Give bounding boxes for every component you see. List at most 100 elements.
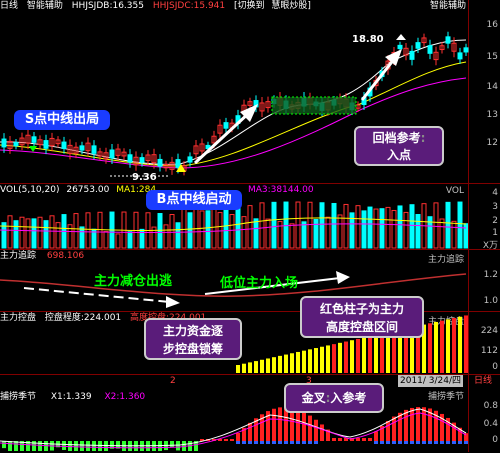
control-bar <box>368 336 372 373</box>
season-base-mark <box>452 441 456 444</box>
season-bar <box>356 438 360 441</box>
control-bar <box>440 320 444 373</box>
pullback-callout: 回档参考: 入点 <box>354 126 444 166</box>
season-bar <box>374 431 378 441</box>
track-pane[interactable]: 主力追踪 698.106 主力追踪 1.2 1.0 主力减仓出逃 低位主力入场 <box>0 249 500 311</box>
candle <box>7 135 13 154</box>
volume-bar <box>337 214 343 249</box>
season-base-mark <box>386 441 390 444</box>
candle <box>427 39 433 60</box>
volume-bar <box>259 202 265 249</box>
control-bar <box>446 319 450 373</box>
season-bar <box>2 441 6 449</box>
volume-bar <box>403 211 409 249</box>
b-point-callout: B点中线启动 <box>146 190 242 210</box>
season-base-mark <box>236 441 240 444</box>
volume-bar <box>49 215 55 249</box>
volume-bar <box>115 233 121 249</box>
volume-bar <box>415 214 421 249</box>
volume-bar <box>79 226 85 249</box>
season-base-mark <box>398 441 402 444</box>
season-tick-0: 0 <box>492 435 498 445</box>
volume-bar <box>187 212 193 249</box>
golden-cross-text: 金叉 <box>301 391 326 405</box>
volume-bar <box>331 202 337 249</box>
control-bar <box>344 341 348 373</box>
control-bar <box>302 350 306 373</box>
volume-bar <box>367 206 373 249</box>
season-bar <box>92 441 96 451</box>
volume-bar <box>25 218 31 249</box>
candle <box>121 148 127 160</box>
price-pane[interactable]: 日线 智能辅助 HHJSJDB:16.355 HHJSJDC:15.941 [切… <box>0 0 500 183</box>
candle <box>19 132 25 151</box>
volume-bar <box>397 205 403 249</box>
season-base-mark <box>392 441 396 444</box>
candle <box>157 154 163 172</box>
control-bar <box>242 363 246 373</box>
control-bar <box>260 359 264 373</box>
volume-bar <box>223 207 229 249</box>
volume-bar <box>247 205 253 249</box>
pullback-text: 回档参考 <box>372 131 421 145</box>
season-base-mark <box>284 441 288 444</box>
volume-bar <box>325 216 331 249</box>
candle <box>31 132 37 148</box>
season-bar <box>320 424 324 441</box>
season-bar <box>86 441 90 451</box>
season-bar <box>272 408 276 441</box>
season-pane[interactable]: 2 3 2011/ 3/24/四 日线 捕捞季节 X1:1.339 X2:1.3… <box>0 374 500 452</box>
candle <box>115 143 121 161</box>
season-base-mark <box>458 441 462 444</box>
season-base-mark <box>422 441 426 444</box>
control-bar <box>428 323 432 373</box>
candle <box>265 96 271 113</box>
volume-bar <box>439 218 445 249</box>
control-bar <box>380 333 384 373</box>
candle <box>13 139 19 150</box>
volume-bar <box>37 216 43 249</box>
volume-bar <box>265 218 271 249</box>
volume-bar <box>463 223 468 249</box>
season-base-mark <box>302 441 306 444</box>
season-tick-0-4: 0.4 <box>483 419 498 429</box>
control-bar <box>314 348 318 373</box>
control-bar <box>362 337 366 373</box>
season-tick-0-8: 0.8 <box>483 401 498 411</box>
control-bar <box>290 353 294 373</box>
volume-bar <box>241 216 247 249</box>
volume-bar <box>445 201 451 249</box>
season-bar <box>278 407 282 441</box>
volume-pane[interactable]: VOL(5,10,20) 26753.00 MA1:284 MA3:38144.… <box>0 183 500 251</box>
vol-tick-2: 2 <box>492 216 498 226</box>
season-base-mark <box>404 441 408 444</box>
control-tick-0: 0 <box>492 362 498 372</box>
candle <box>151 148 157 169</box>
season-base-mark <box>416 441 420 444</box>
rise-arrow-1 <box>193 110 252 165</box>
season-base-mark <box>296 441 300 444</box>
rise-arrow-2 <box>360 57 397 101</box>
volume-bar <box>31 218 37 249</box>
candle <box>217 119 223 140</box>
control-bar <box>374 335 378 373</box>
peak-marker <box>396 34 406 40</box>
season-bar <box>98 441 102 451</box>
candle <box>457 47 463 64</box>
main-fund-callout: 主力资金逐 步控盘锁筹 <box>144 318 242 360</box>
season-base-mark <box>278 441 282 444</box>
volume-bar <box>73 213 79 249</box>
season-base-mark <box>266 441 270 444</box>
candle <box>61 136 67 154</box>
season-chart <box>0 407 468 451</box>
candle <box>91 140 97 160</box>
control-pane[interactable]: 主力控盘 控盘程度:224.001 高度控盘:224.001 主力控盘 224 … <box>0 296 500 374</box>
control-bar <box>434 321 438 373</box>
vol-tick-3: 3 <box>492 202 498 212</box>
reduce-arrow <box>23 287 171 303</box>
candle <box>109 143 115 164</box>
season-base-mark <box>260 441 264 444</box>
season-bar <box>338 438 342 441</box>
volume-bar <box>13 220 19 249</box>
candle <box>409 45 415 66</box>
